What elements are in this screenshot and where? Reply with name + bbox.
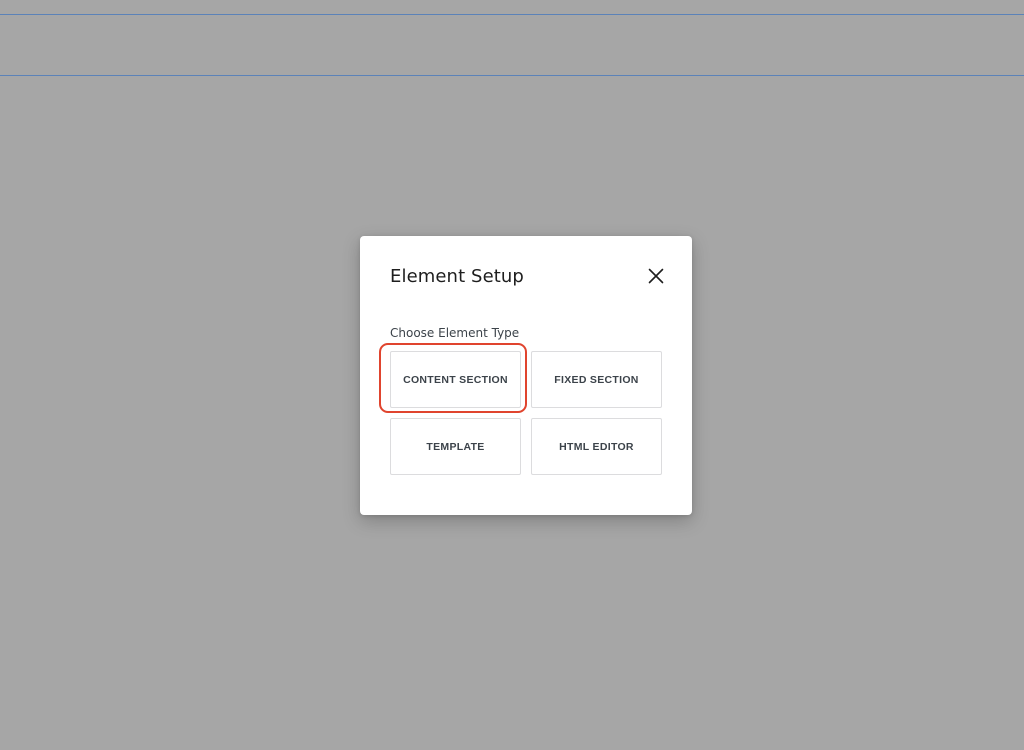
html-editor-button[interactable]: HTML EDITOR <box>531 418 662 475</box>
close-icon <box>648 268 664 284</box>
template-button[interactable]: TEMPLATE <box>390 418 521 475</box>
dialog-title: Element Setup <box>390 266 524 287</box>
element-setup-dialog: Element Setup Choose Element Type CONTEN… <box>360 236 692 515</box>
close-button[interactable] <box>642 262 670 290</box>
fixed-section-button[interactable]: FIXED SECTION <box>531 351 662 408</box>
element-type-label: Choose Element Type <box>390 326 520 340</box>
guide-line-top <box>0 14 1024 15</box>
content-section-button[interactable]: CONTENT SECTION <box>390 351 521 408</box>
guide-line-bottom <box>0 75 1024 76</box>
